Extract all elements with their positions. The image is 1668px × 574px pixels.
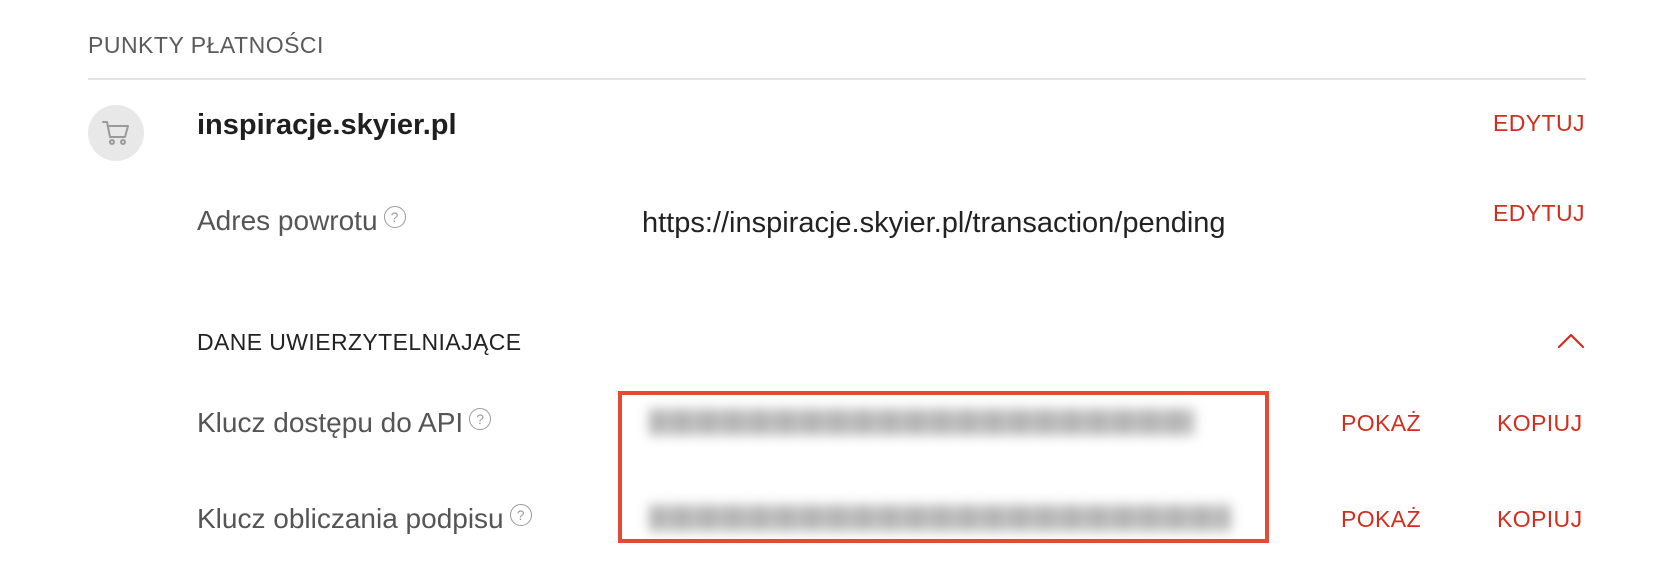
return-address-label: Adres powrotu: [197, 205, 378, 236]
signature-key-label: Klucz obliczania podpisu: [197, 503, 504, 534]
copy-api-key-button[interactable]: KOPIUJ: [1497, 410, 1582, 437]
divider: [88, 78, 1586, 80]
edit-return-address-button[interactable]: EDYTUJ: [1493, 200, 1585, 227]
chevron-up-icon[interactable]: [1556, 330, 1586, 350]
section-title: PUNKTY PŁATNOŚCI: [88, 32, 324, 58]
credentials-title: DANE UWIERZYTELNIAJĄCE: [197, 329, 522, 355]
help-icon[interactable]: ?: [383, 206, 406, 228]
show-signature-key-button[interactable]: POKAŻ: [1341, 506, 1421, 533]
api-key-label-row: Klucz dostępu do API ?: [197, 407, 492, 439]
copy-signature-key-button[interactable]: KOPIUJ: [1497, 506, 1582, 533]
cart-avatar: [88, 105, 144, 161]
show-api-key-button[interactable]: POKAŻ: [1341, 410, 1421, 437]
signature-key-label-row: Klucz obliczania podpisu ?: [197, 503, 532, 535]
edit-shop-button[interactable]: EDYTUJ: [1493, 110, 1585, 137]
cart-icon: [102, 121, 129, 145]
return-address-label-row: Adres powrotu ?: [197, 205, 406, 237]
shop-name: inspiracje.skyier.pl: [197, 109, 457, 141]
api-key-label: Klucz dostępu do API: [197, 407, 464, 438]
highlight-box: [618, 391, 1269, 543]
return-address-value: https://inspiracje.skyier.pl/transaction…: [642, 207, 1226, 239]
help-icon[interactable]: ?: [509, 504, 532, 526]
help-icon[interactable]: ?: [469, 408, 492, 430]
